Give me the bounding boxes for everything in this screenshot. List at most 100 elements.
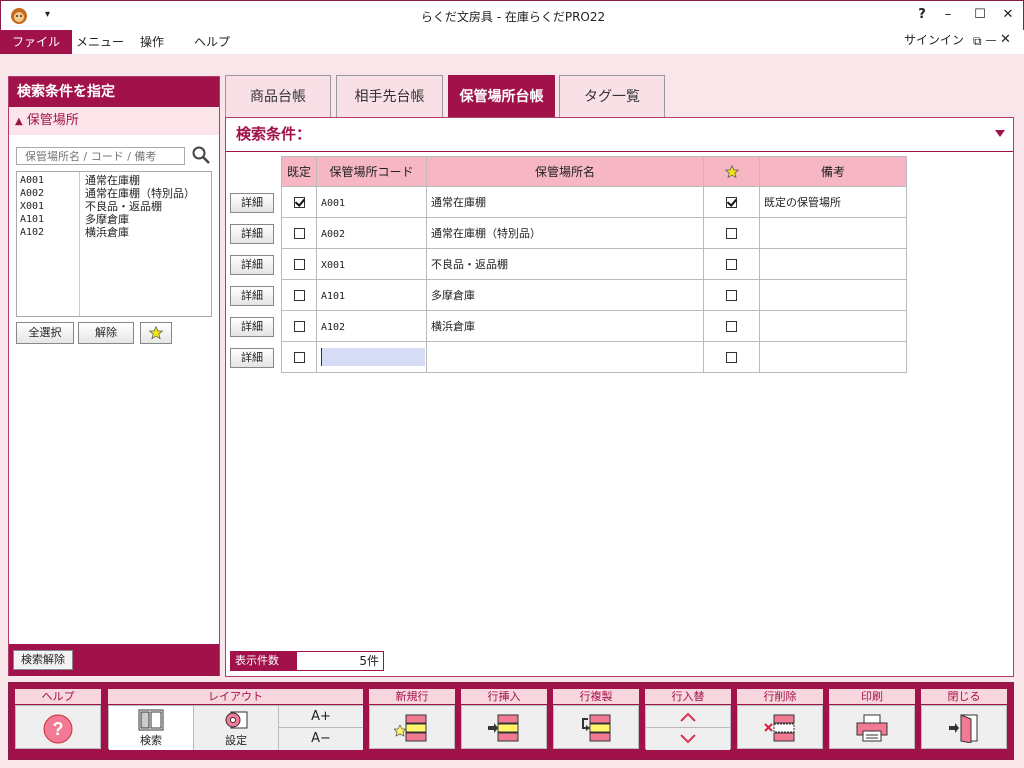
release-button[interactable]: 解除 bbox=[78, 322, 134, 344]
location-search-input[interactable] bbox=[16, 147, 185, 165]
chevron-down-icon[interactable] bbox=[995, 130, 1005, 137]
table-row[interactable]: X001 不良品・返品棚 bbox=[281, 248, 907, 280]
help-button[interactable]: ? bbox=[15, 705, 101, 749]
detail-button[interactable]: 詳細 bbox=[230, 193, 274, 213]
name-cell[interactable]: 通常在庫棚 bbox=[426, 186, 704, 218]
default-cell[interactable] bbox=[281, 186, 317, 218]
col-name[interactable]: 保管場所名 bbox=[426, 156, 704, 187]
ribbon-restore-icon[interactable]: ⧉ bbox=[973, 34, 982, 49]
code-cell[interactable]: A002 bbox=[316, 217, 427, 249]
menu-menu[interactable]: メニュー bbox=[66, 30, 134, 54]
layout-settings-button[interactable]: 設定 bbox=[194, 706, 279, 750]
note-cell[interactable] bbox=[759, 217, 907, 249]
code-cell-editing[interactable] bbox=[316, 341, 427, 373]
ribbon-close-icon[interactable]: ✕ bbox=[1000, 32, 1011, 47]
favorite-cell[interactable] bbox=[703, 248, 760, 280]
tab-tags[interactable]: タグ一覧 bbox=[559, 75, 665, 117]
default-cell[interactable] bbox=[281, 248, 317, 280]
code-cell[interactable]: A102 bbox=[316, 310, 427, 342]
tab-locations[interactable]: 保管場所台帳 bbox=[448, 75, 555, 117]
minimize-button[interactable]: – bbox=[937, 5, 959, 25]
select-all-button[interactable]: 全選択 bbox=[16, 322, 74, 344]
col-favorite[interactable] bbox=[703, 156, 760, 187]
default-cell[interactable] bbox=[281, 279, 317, 311]
default-cell[interactable] bbox=[281, 310, 317, 342]
default-cell[interactable] bbox=[281, 217, 317, 249]
detail-button[interactable]: 詳細 bbox=[230, 286, 274, 306]
table-row[interactable]: A102 横浜倉庫 bbox=[281, 310, 907, 342]
default-cell[interactable] bbox=[281, 341, 317, 373]
code-cell[interactable]: X001 bbox=[316, 248, 427, 280]
default-checkbox[interactable] bbox=[293, 228, 305, 239]
signin-link[interactable]: サインイン bbox=[904, 30, 964, 50]
favorite-cell[interactable] bbox=[703, 310, 760, 342]
delete-row-button[interactable] bbox=[737, 705, 823, 749]
clear-search-button[interactable]: 検索解除 bbox=[13, 650, 73, 670]
menu-help[interactable]: ヘルプ bbox=[184, 30, 240, 54]
favorite-cell[interactable] bbox=[703, 279, 760, 311]
code-cell[interactable]: A101 bbox=[316, 279, 427, 311]
detail-button[interactable]: 詳細 bbox=[230, 224, 274, 244]
layout-group: レイアウト 検索 設定 A+ A− bbox=[108, 689, 363, 753]
table-row-new[interactable] bbox=[281, 341, 907, 373]
detail-button[interactable]: 詳細 bbox=[230, 348, 274, 368]
code-cell[interactable]: A001 bbox=[316, 186, 427, 218]
favorite-filter-button[interactable] bbox=[140, 322, 172, 344]
favorite-checkbox[interactable] bbox=[726, 197, 737, 208]
name-cell[interactable]: 通常在庫棚（特別品） bbox=[426, 217, 704, 249]
name-cell[interactable]: 多摩倉庫 bbox=[426, 279, 704, 311]
font-size-up-button[interactable]: A+ bbox=[279, 706, 363, 728]
close-button[interactable]: ✕ bbox=[997, 5, 1019, 25]
search-icon[interactable] bbox=[191, 145, 211, 165]
insert-row-button[interactable] bbox=[461, 705, 547, 749]
close-app-button[interactable] bbox=[921, 705, 1007, 749]
note-cell[interactable] bbox=[759, 248, 907, 280]
detail-button[interactable]: 詳細 bbox=[230, 317, 274, 337]
font-size-down-button[interactable]: A− bbox=[279, 728, 363, 750]
favorite-cell[interactable] bbox=[703, 186, 760, 218]
layout-search-button[interactable]: 検索 bbox=[109, 706, 194, 750]
default-checkbox[interactable] bbox=[293, 259, 305, 270]
table-row[interactable]: A101 多摩倉庫 bbox=[281, 279, 907, 311]
col-note[interactable]: 備考 bbox=[759, 156, 907, 187]
note-cell[interactable] bbox=[759, 310, 907, 342]
copy-row-button[interactable] bbox=[553, 705, 639, 749]
help-icon[interactable]: ? bbox=[911, 5, 933, 25]
name-cell[interactable]: 不良品・返品棚 bbox=[426, 248, 704, 280]
maximize-button[interactable]: ☐ bbox=[969, 5, 991, 25]
col-code[interactable]: 保管場所コード bbox=[316, 156, 427, 187]
favorite-checkbox[interactable] bbox=[726, 352, 737, 363]
name-cell[interactable] bbox=[426, 341, 704, 373]
move-row-down-button[interactable] bbox=[646, 728, 730, 750]
favorite-checkbox[interactable] bbox=[726, 321, 737, 332]
name-cell[interactable]: 横浜倉庫 bbox=[426, 310, 704, 342]
move-row-up-button[interactable] bbox=[646, 706, 730, 728]
ribbon-minimize-icon[interactable] bbox=[986, 40, 996, 41]
tab-partners[interactable]: 相手先台帳 bbox=[336, 75, 443, 117]
code-edit-input[interactable] bbox=[321, 348, 425, 366]
default-checkbox[interactable] bbox=[293, 197, 305, 208]
default-checkbox[interactable] bbox=[293, 352, 305, 363]
menu-file[interactable]: ファイル bbox=[0, 30, 73, 54]
location-section-toggle[interactable]: ▲ 保管場所 bbox=[9, 107, 219, 135]
favorite-cell[interactable] bbox=[703, 217, 760, 249]
table-row[interactable]: A001 通常在庫棚 既定の保管場所 bbox=[281, 186, 907, 218]
default-checkbox[interactable] bbox=[293, 290, 305, 301]
new-row-button[interactable] bbox=[369, 705, 455, 749]
favorite-checkbox[interactable] bbox=[726, 290, 737, 301]
location-list[interactable]: A001 通常在庫棚 A002 通常在庫棚（特別品） X001 不良品・返品棚 A10… bbox=[16, 171, 212, 317]
tab-products[interactable]: 商品台帳 bbox=[225, 75, 331, 117]
note-cell[interactable]: 既定の保管場所 bbox=[759, 186, 907, 218]
favorite-checkbox[interactable] bbox=[726, 259, 737, 270]
menu-operation[interactable]: 操作 bbox=[130, 30, 174, 54]
favorite-cell[interactable] bbox=[703, 341, 760, 373]
detail-button[interactable]: 詳細 bbox=[230, 255, 274, 275]
print-button[interactable] bbox=[829, 705, 915, 749]
note-cell[interactable] bbox=[759, 341, 907, 373]
col-default[interactable]: 既定 bbox=[281, 156, 317, 187]
note-cell[interactable] bbox=[759, 279, 907, 311]
table-row[interactable]: A002 通常在庫棚（特別品） bbox=[281, 217, 907, 249]
default-checkbox[interactable] bbox=[293, 321, 305, 332]
favorite-checkbox[interactable] bbox=[726, 228, 737, 239]
search-condition-bar[interactable]: 検索条件： bbox=[226, 118, 1013, 152]
